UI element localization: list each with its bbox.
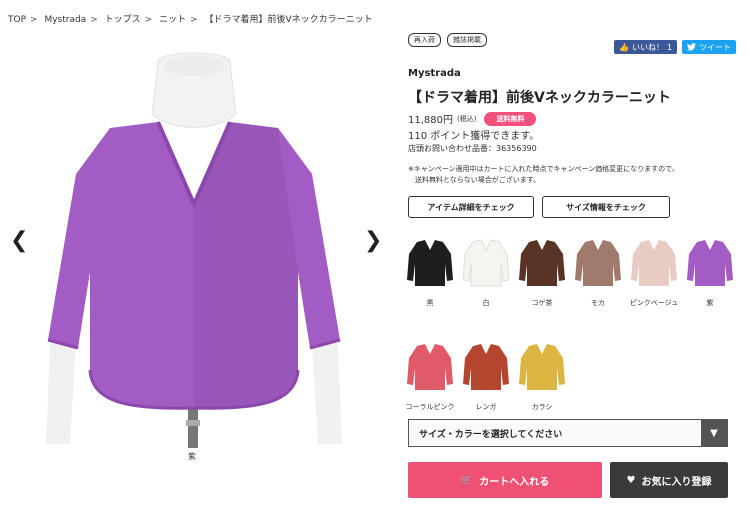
mannequin-sweater-image <box>46 52 342 448</box>
swatch-thumbnail <box>575 240 621 286</box>
swatch-thumbnail <box>462 239 510 287</box>
twitter-bird-icon <box>687 43 697 51</box>
size-info-button[interactable]: サイズ情報をチェック <box>542 196 670 218</box>
swatch-thumbnail <box>407 344 453 390</box>
swatch-item[interactable]: レンガ <box>460 340 512 412</box>
social-buttons: 👍 いいね！ 1 ツイート <box>614 40 737 54</box>
add-to-cart-button[interactable]: 🛒 カートへ入れる <box>408 462 602 498</box>
facebook-like-button[interactable]: 👍 いいね！ 1 <box>614 40 678 54</box>
swatch-thumbnail <box>519 240 565 286</box>
swatch-item[interactable]: 黒 <box>404 236 456 308</box>
breadcrumb-top[interactable]: TOP <box>8 15 26 25</box>
campaign-note-line: ※キャンペーン適用中はカートに入れた時点でキャンペーン価格変更になりますので、 <box>408 165 679 173</box>
breadcrumb-knit[interactable]: ニット <box>159 15 186 25</box>
tag-magazine: 雑誌掲載 <box>447 33 487 47</box>
select-placeholder: サイズ・カラーを選択してください <box>419 429 563 440</box>
swatch-thumbnail <box>407 240 453 286</box>
product-title: 【ドラマ着用】前後Vネックカラーニット <box>408 90 671 106</box>
tax-label: (税込) <box>457 114 477 123</box>
brand-name[interactable]: Mystrada <box>408 68 461 79</box>
campaign-note-line: 送料無料とならない場合がございます。 <box>408 176 541 184</box>
caret-down-icon[interactable]: ▼ <box>701 420 727 446</box>
campaign-note: ※キャンペーン適用中はカートに入れた時点でキャンペーン価格変更になりますので、 … <box>408 164 738 186</box>
favorites-label: お気に入り登録 <box>641 476 712 488</box>
swatch-item[interactable]: 紫 <box>684 236 736 308</box>
swatch-item[interactable]: 白 <box>460 236 512 308</box>
store-inquiry-number: 店頭お問い合わせ品番：36356390 <box>408 144 537 153</box>
swatch-label: コゲ茶 <box>531 299 553 307</box>
breadcrumb-separator: > <box>30 15 38 25</box>
swatch-item[interactable]: モカ <box>572 236 624 308</box>
tag-restock: 再入荷 <box>408 33 441 47</box>
free-shipping-badge: 送料無料 <box>484 111 537 126</box>
swatch-item[interactable]: コーラルピンク <box>404 340 456 412</box>
breadcrumb-tops[interactable]: トップス <box>105 15 141 25</box>
main-product-photo[interactable] <box>40 44 348 448</box>
swatch-label: 黒 <box>426 299 434 307</box>
swatch-thumbnail <box>463 344 509 390</box>
chevron-left-icon[interactable]: ❮ <box>10 228 28 253</box>
add-to-favorites-button[interactable]: ♥ お気に入り登録 <box>610 462 728 498</box>
breadcrumb: TOP > Mystrada > トップス > ニット > 【ドラマ着用】前後Vネックカ… <box>8 12 377 25</box>
swatch-item[interactable]: コゲ茶 <box>516 236 568 308</box>
breadcrumb-separator: > <box>90 15 98 25</box>
swatch-item[interactable]: カラシ <box>516 340 568 412</box>
swatch-label: コーラルピンク <box>405 403 455 411</box>
item-detail-button[interactable]: アイテム詳細をチェック <box>408 196 534 218</box>
breadcrumb-separator: > <box>144 15 153 25</box>
price-row: 11,880円 (税込) 送料無料 <box>408 111 537 126</box>
swatch-label: 紫 <box>706 299 714 307</box>
like-label: いいね！ <box>631 42 664 52</box>
swatch-thumbnail <box>519 344 565 390</box>
heart-icon: ♥ <box>626 474 636 486</box>
swatch-item[interactable]: ピンクベージュ <box>628 236 680 308</box>
size-color-select[interactable]: サイズ・カラーを選択してください ▼ <box>408 419 728 447</box>
price: 11,880円 <box>408 115 453 126</box>
swatch-label: カラシ <box>531 403 553 411</box>
breadcrumb-brand[interactable]: Mystrada <box>44 15 86 25</box>
like-count: 1 <box>666 42 673 52</box>
swatch-thumbnail <box>687 240 733 286</box>
swatch-thumbnail <box>631 240 677 286</box>
swatch-label: ピンクベージュ <box>629 299 679 307</box>
photo-color-caption: 紫 <box>188 452 196 461</box>
breadcrumb-current: 【ドラマ着用】前後Vネックカラーニット <box>204 15 373 25</box>
swatch-label: モカ <box>591 299 605 307</box>
product-tags: 再入荷 雑誌掲載 <box>408 33 487 47</box>
cart-icon: 🛒 <box>460 474 474 486</box>
tweet-button[interactable]: ツイート <box>682 40 737 54</box>
swatch-label: レンガ <box>475 403 497 411</box>
chevron-right-icon[interactable]: ❯ <box>364 228 382 253</box>
points-text: 110 ポイント獲得できます。 <box>408 131 540 142</box>
swatch-label: 白 <box>482 299 490 307</box>
thumbs-up-icon: 👍 <box>619 42 629 52</box>
add-to-cart-label: カートへ入れる <box>479 476 550 488</box>
tweet-label: ツイート <box>699 42 732 52</box>
breadcrumb-separator: > <box>190 15 198 25</box>
